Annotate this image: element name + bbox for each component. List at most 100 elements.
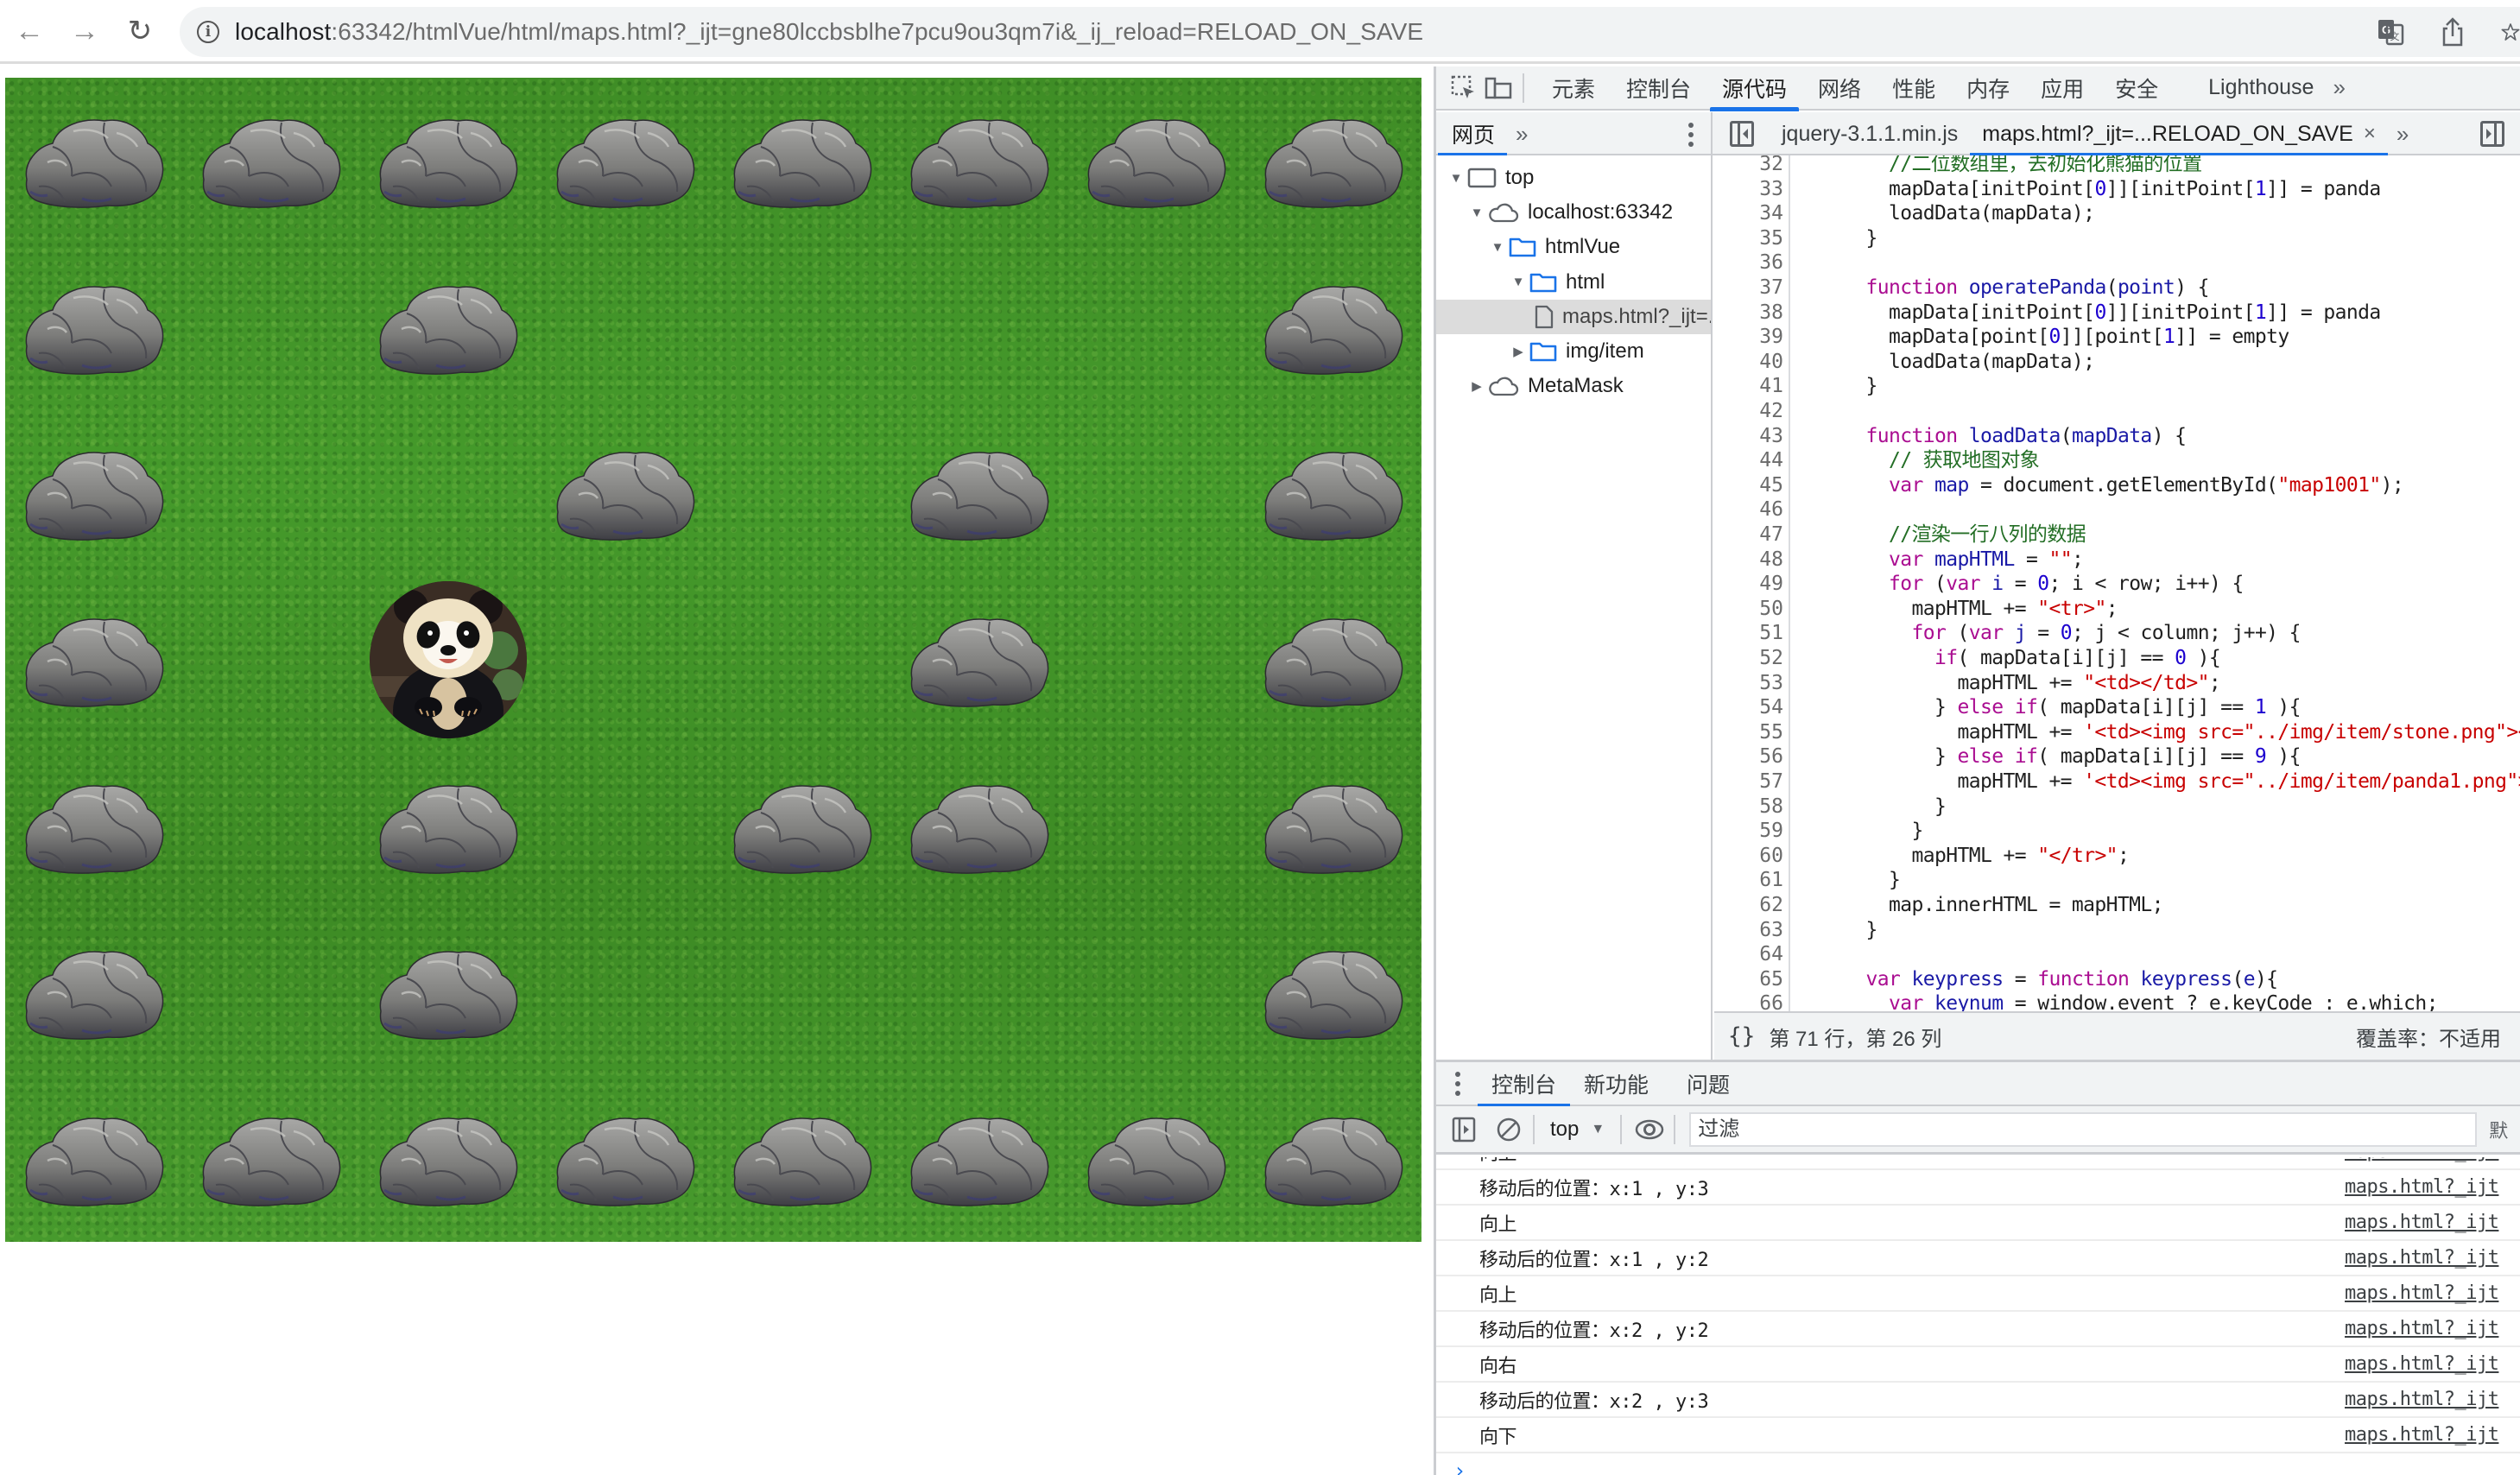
devtools-tab-2[interactable]: 源代码: [1706, 66, 1802, 111]
console-source-link[interactable]: maps.html?_ijt: [2345, 1424, 2499, 1446]
code-line[interactable]: 49 for (var i = 0; i < row; i++) {: [1714, 573, 2520, 596]
live-expression-button[interactable]: [1632, 1112, 1667, 1147]
console-sidebar-toggle[interactable]: [1447, 1112, 1481, 1147]
device-toolbar-button[interactable]: [1481, 71, 1516, 105]
code-line[interactable]: 54 } else if( mapData[i][j] == 1 ){: [1714, 696, 2520, 719]
address-bar[interactable]: i localhost:63342/htmlVue/html/maps.html…: [180, 7, 2520, 57]
clear-console-button[interactable]: [1491, 1112, 1526, 1147]
line-number[interactable]: 49: [1714, 573, 1783, 596]
expanded-triangle-icon[interactable]: ▼: [1469, 206, 1485, 220]
line-number[interactable]: 48: [1714, 548, 1783, 572]
code-line[interactable]: 56 } else if( mapData[i][j] == 9 ){: [1714, 745, 2520, 769]
game-map[interactable]: [5, 78, 1421, 1242]
toggle-navigator-icon[interactable]: [1730, 121, 1754, 147]
devtools-tab-5[interactable]: 内存: [1951, 66, 2025, 110]
tree-item[interactable]: maps.html?_ijt=...: [1436, 299, 1711, 334]
console-source-link[interactable]: maps.html?_ijt: [2345, 1282, 2499, 1304]
console-prompt[interactable]: ›: [1453, 1459, 1466, 1475]
console-filter-input[interactable]: [1689, 1111, 2478, 1147]
code-line[interactable]: 33 mapData[initPoint[0]][initPoint[1]] =…: [1714, 178, 2520, 201]
code-line[interactable]: 58 }: [1714, 795, 2520, 819]
code-line[interactable]: 62 map.innerHTML = mapHTML;: [1714, 894, 2520, 917]
code-line[interactable]: 45 var map = document.getElementById("ma…: [1714, 474, 2520, 497]
inspect-element-button[interactable]: [1447, 71, 1481, 105]
line-number[interactable]: 34: [1714, 202, 1783, 225]
code-line[interactable]: 53 mapHTML += "<td></td>";: [1714, 672, 2520, 695]
code-line[interactable]: 52 if( mapData[i][j] == 0 ){: [1714, 647, 2520, 670]
bookmark-star-icon[interactable]: [2501, 16, 2520, 47]
code-line[interactable]: 37 function operatePanda(point) {: [1714, 276, 2520, 300]
tree-item[interactable]: ▶ MetaMask: [1436, 369, 1711, 403]
line-number[interactable]: 32: [1714, 155, 1783, 176]
line-number[interactable]: 50: [1714, 598, 1783, 621]
devtools-tab-8[interactable]: Lighthouse: [2193, 66, 2329, 110]
code-line[interactable]: 39 mapData[point[0]][point[1]] = empty: [1714, 326, 2520, 349]
line-number[interactable]: 40: [1714, 351, 1783, 374]
more-tabs-chevron-icon[interactable]: »: [2333, 74, 2346, 101]
code-line[interactable]: 40 loadData(mapData);: [1714, 351, 2520, 374]
devtools-tab-3[interactable]: 网络: [1802, 66, 1877, 110]
console-source-link[interactable]: maps.html?_ijt: [2345, 1318, 2499, 1339]
expanded-triangle-icon[interactable]: ▼: [1490, 240, 1505, 255]
drawer-tab-issues[interactable]: 问题: [1673, 1061, 1744, 1106]
line-number[interactable]: 55: [1714, 721, 1783, 744]
drawer-tab-console[interactable]: 控制台: [1478, 1061, 1571, 1108]
line-number[interactable]: 39: [1714, 326, 1783, 349]
line-number[interactable]: 52: [1714, 647, 1783, 670]
log-levels-label[interactable]: 默: [2489, 1116, 2508, 1143]
line-number[interactable]: 54: [1714, 696, 1783, 719]
collapsed-triangle-icon[interactable]: ▶: [1469, 378, 1485, 394]
drawer-menu-kebab-icon[interactable]: [1453, 1071, 1462, 1096]
navigator-menu-kebab-icon[interactable]: [1687, 123, 1695, 147]
more-editor-tabs-chevron-icon[interactable]: »: [2397, 121, 2409, 148]
console-source-link[interactable]: maps.html?_ijt: [2345, 1176, 2499, 1198]
line-number[interactable]: 45: [1714, 474, 1783, 497]
line-number[interactable]: 56: [1714, 745, 1783, 769]
devtools-tab-7[interactable]: 安全: [2099, 66, 2174, 110]
code-line[interactable]: 48 var mapHTML = "";: [1714, 548, 2520, 572]
close-tab-icon[interactable]: ×: [2364, 122, 2376, 146]
code-line[interactable]: 50 mapHTML += "<tr>";: [1714, 598, 2520, 621]
devtools-tab-1[interactable]: 控制台: [1611, 66, 1706, 110]
code-line[interactable]: 63 }: [1714, 919, 2520, 942]
code-editor[interactable]: 32 //二位数组里，去初始化熊猫的位置 33 mapData[initPoint…: [1714, 155, 2520, 1078]
code-line[interactable]: 61 }: [1714, 869, 2520, 892]
tree-item[interactable]: ▼ htmlVue: [1436, 230, 1711, 264]
share-icon[interactable]: [2439, 16, 2466, 47]
editor-tab-maps-html[interactable]: maps.html?_ijt=...RELOAD_ON_SAVE ×: [1970, 112, 2388, 157]
line-number[interactable]: 36: [1714, 251, 1783, 275]
code-line[interactable]: 38 mapData[initPoint[0]][initPoint[1]] =…: [1714, 301, 2520, 325]
reload-button[interactable]: ↻: [121, 12, 159, 50]
line-number[interactable]: 46: [1714, 498, 1783, 522]
line-number[interactable]: 35: [1714, 227, 1783, 250]
devtools-tab-6[interactable]: 应用: [2025, 66, 2099, 110]
line-number[interactable]: 65: [1714, 968, 1783, 991]
tree-item[interactable]: ▼ localhost:63342: [1436, 195, 1711, 230]
line-number[interactable]: 60: [1714, 845, 1783, 868]
line-number[interactable]: 53: [1714, 672, 1783, 695]
navigator-tab-page[interactable]: 网页: [1436, 112, 1508, 157]
line-number[interactable]: 58: [1714, 795, 1783, 819]
line-number[interactable]: 43: [1714, 425, 1783, 448]
translate-icon[interactable]: G文: [2377, 16, 2404, 47]
console-source-link[interactable]: maps.html?_ijt: [2345, 1353, 2499, 1375]
line-number[interactable]: 63: [1714, 919, 1783, 942]
line-number[interactable]: 64: [1714, 943, 1783, 966]
code-line[interactable]: 42: [1714, 400, 2520, 423]
line-number[interactable]: 38: [1714, 301, 1783, 325]
code-line[interactable]: 46: [1714, 498, 2520, 522]
line-number[interactable]: 51: [1714, 622, 1783, 645]
code-line[interactable]: 44 // 获取地图对象: [1714, 449, 2520, 472]
back-button[interactable]: ←: [10, 12, 48, 50]
console-source-link[interactable]: maps.html?_ijt: [2345, 1157, 2499, 1162]
line-number[interactable]: 61: [1714, 869, 1783, 892]
tree-item[interactable]: ▼ html: [1436, 265, 1711, 300]
code-line[interactable]: 55 mapHTML += '<td><img src="../img/item…: [1714, 721, 2520, 744]
line-number[interactable]: 59: [1714, 820, 1783, 843]
line-number[interactable]: 41: [1714, 375, 1783, 398]
line-number[interactable]: 33: [1714, 178, 1783, 201]
url-text[interactable]: localhost:63342/htmlVue/html/maps.html?_…: [235, 18, 1423, 46]
expanded-triangle-icon[interactable]: ▼: [1448, 171, 1464, 186]
forward-button[interactable]: →: [66, 12, 104, 50]
line-number[interactable]: 47: [1714, 523, 1783, 547]
